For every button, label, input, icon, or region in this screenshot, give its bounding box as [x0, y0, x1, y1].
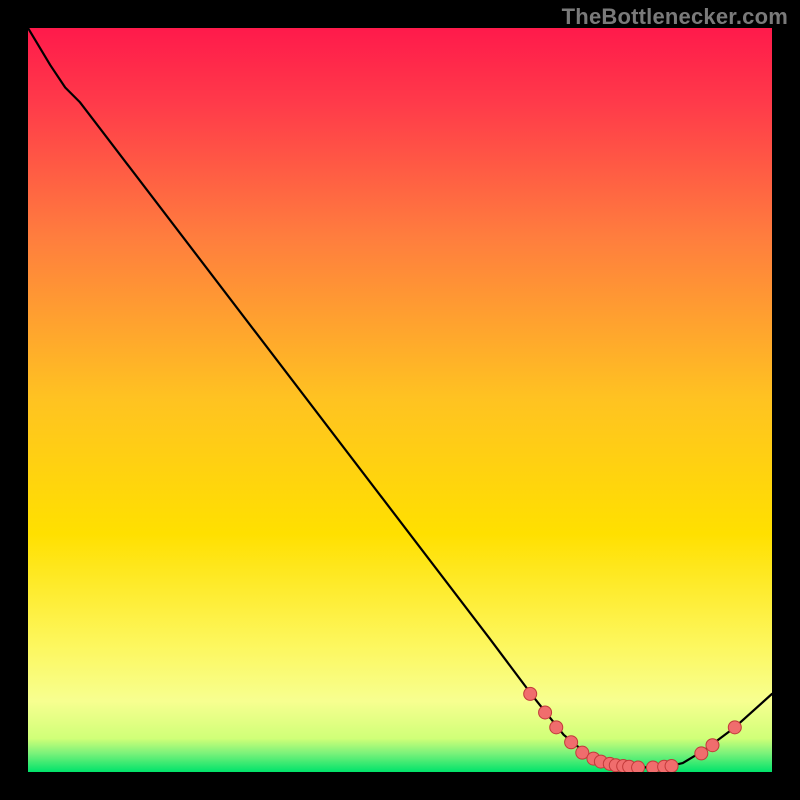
gradient-background — [28, 28, 772, 772]
data-marker — [706, 739, 719, 752]
plot-svg — [28, 28, 772, 772]
data-marker — [728, 721, 741, 734]
data-marker — [695, 747, 708, 760]
chart-frame: TheBottlenecker.com — [0, 0, 800, 800]
data-marker — [632, 761, 645, 772]
data-marker — [565, 736, 578, 749]
data-marker — [524, 687, 537, 700]
data-marker — [665, 760, 678, 772]
watermark-text: TheBottlenecker.com — [562, 4, 788, 30]
plot-area — [28, 28, 772, 772]
data-marker — [550, 721, 563, 734]
data-marker — [539, 706, 552, 719]
